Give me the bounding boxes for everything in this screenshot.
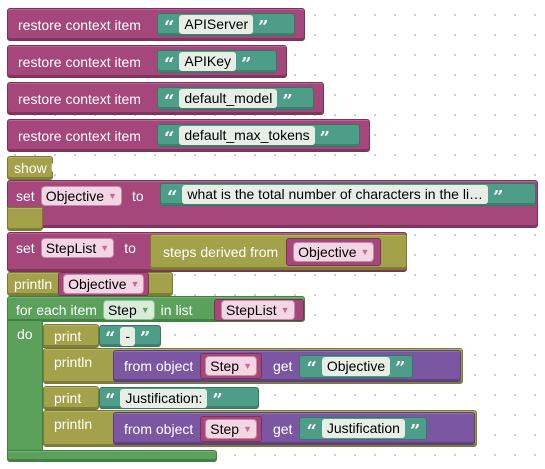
text-value-block[interactable]: “ default_max_tokens ”	[157, 124, 360, 147]
close-quote-icon: ”	[493, 186, 504, 208]
text-field[interactable]: default_model	[179, 89, 278, 108]
set-label: set	[16, 240, 35, 256]
text-field[interactable]: Justification:	[120, 388, 208, 408]
restore-label: restore context item	[18, 16, 141, 33]
loop-variable-dropdown[interactable]: Step ▼	[102, 300, 155, 320]
variable-dropdown[interactable]: StepList ▼	[221, 300, 295, 320]
from-object-get-block[interactable]: from object Step ▼ get “ Justification ”	[113, 412, 475, 445]
variable-dropdown[interactable]: Objective ▼	[63, 274, 145, 294]
open-quote-icon: “	[164, 53, 175, 75]
open-quote-icon: “	[164, 90, 175, 112]
variable-dropdown[interactable]: Objective ▼	[293, 242, 375, 262]
dropdown-arrow-icon: ▼	[360, 247, 370, 257]
close-quote-icon: ”	[319, 127, 331, 149]
do-label: do	[17, 326, 33, 342]
from-object-label: from object	[124, 358, 194, 374]
text-value-block[interactable]: “ APIKey ”	[157, 50, 277, 73]
text-field[interactable]: APIKey	[179, 52, 237, 71]
dropdown-arrow-icon: ▼	[280, 305, 290, 315]
restore-label: restore context item	[18, 127, 141, 144]
objective-variable-block[interactable]: Objective ▼	[286, 238, 382, 266]
text-value-block[interactable]: “ what is the total number of characters…	[160, 183, 536, 206]
text-value-block[interactable]: “ default_model ”	[157, 87, 314, 110]
close-quote-icon: ”	[282, 90, 293, 112]
open-quote-icon: “	[164, 127, 175, 149]
dropdown-arrow-icon: ▼	[130, 279, 140, 289]
variable-dropdown[interactable]: Step ▼	[205, 418, 257, 439]
text-value-block[interactable]: “ APIServer ”	[157, 13, 295, 36]
text-field[interactable]: what is the total number of characters i…	[182, 185, 489, 204]
open-quote-icon: “	[167, 186, 178, 208]
text-field[interactable]: default_max_tokens	[179, 126, 315, 145]
loop-footer	[7, 450, 217, 462]
close-quote-icon: ”	[258, 16, 269, 38]
get-label: get	[272, 420, 293, 437]
show-ui-label: show UI	[14, 160, 65, 176]
print-label: print	[54, 390, 82, 406]
for-each-label: for each item	[16, 302, 97, 318]
open-quote-icon: “	[164, 16, 175, 38]
text-field[interactable]: -	[120, 326, 136, 346]
steplist-variable-block[interactable]: StepList ▼	[214, 299, 304, 321]
text-value-block[interactable]: “ - ”	[99, 325, 161, 349]
from-object-get-block[interactable]: from object Step ▼ get “ Objective ”	[113, 350, 461, 382]
dropdown-arrow-icon: ▼	[243, 423, 252, 434]
dropdown-arrow-icon: ▼	[140, 305, 150, 315]
close-quote-icon: ”	[140, 328, 151, 349]
get-label: get	[272, 358, 293, 374]
empty-statement-slot	[7, 207, 43, 231]
to-label: to	[131, 188, 144, 204]
print-label: print	[54, 328, 82, 344]
from-object-label: from object	[124, 420, 194, 437]
print-justification-block[interactable]: print	[43, 386, 99, 410]
close-quote-icon: ”	[409, 420, 421, 442]
open-quote-icon: “	[105, 390, 116, 411]
in-list-label: in list	[160, 302, 193, 318]
text-value-block[interactable]: “ Justification: ”	[99, 387, 259, 411]
objective-variable-block[interactable]: Objective ▼	[58, 272, 150, 296]
println-label: println	[14, 276, 53, 292]
dropdown-arrow-icon: ▼	[108, 191, 117, 201]
loop-body-spine: do	[7, 320, 43, 458]
steps-derived-from-block[interactable]: steps derived from Objective ▼	[150, 234, 407, 270]
show-ui-block[interactable]: show UI	[7, 156, 65, 180]
variable-dropdown[interactable]: Step ▼	[205, 356, 257, 376]
close-quote-icon: ”	[241, 53, 252, 75]
println-label: println	[54, 416, 93, 432]
set-label: set	[16, 188, 35, 204]
println-objective-block[interactable]: println Objective ▼	[7, 272, 173, 296]
close-quote-icon: ”	[395, 358, 406, 379]
text-field[interactable]: Objective	[321, 356, 391, 376]
step-variable-block[interactable]: Step ▼	[200, 353, 262, 379]
step-variable-block[interactable]: Step ▼	[200, 415, 262, 442]
text-value-block[interactable]: “ Objective ”	[299, 354, 413, 379]
dropdown-arrow-icon: ▼	[100, 243, 110, 253]
to-label: to	[124, 240, 136, 256]
restore-label: restore context item	[18, 53, 141, 70]
variable-dropdown[interactable]: Objective ▼	[40, 186, 122, 206]
print-dash-block[interactable]: print	[43, 324, 99, 348]
println-label: println	[54, 354, 93, 370]
open-quote-icon: “	[306, 420, 317, 442]
text-field[interactable]: Justification	[321, 419, 405, 438]
steps-derived-label: steps derived from	[163, 244, 279, 260]
open-quote-icon: “	[306, 358, 317, 379]
open-quote-icon: “	[105, 328, 116, 349]
text-value-block[interactable]: “ Justification ”	[299, 417, 428, 442]
dropdown-arrow-icon: ▼	[243, 361, 252, 371]
variable-dropdown[interactable]: StepList ▼	[40, 238, 115, 258]
restore-label: restore context item	[18, 90, 141, 107]
text-field[interactable]: APIServer	[179, 15, 254, 34]
close-quote-icon: ”	[212, 390, 223, 411]
